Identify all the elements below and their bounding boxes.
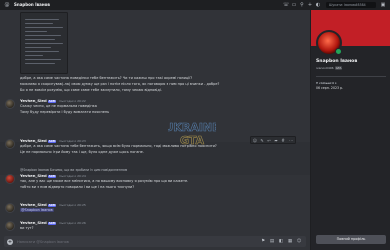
message-header: Yevhen_Sled ADM Сьогодні о 20:26	[20, 220, 86, 225]
add-attachment-icon[interactable]: +	[7, 238, 13, 245]
search-input[interactable]: Шукати: Іванов#8584	[326, 2, 376, 8]
emoji-icon[interactable]: ☺	[296, 239, 302, 245]
gift-icon[interactable]: ⚑	[260, 239, 266, 245]
chat-area: добре, а яка саме частина поведінки тебе…	[0, 10, 310, 250]
message-text: добре, а яка саме частина поведінки тебе…	[20, 76, 193, 80]
author-name[interactable]: Yevhen_Sled	[20, 98, 47, 103]
role-badge: ADM	[47, 203, 57, 207]
message-text: можливо я скоригував(-ла) свою думку ще …	[20, 82, 220, 86]
message-header: Yevhen_Sled ADM Сьогодні о 20:25	[20, 202, 86, 207]
sticker-icon[interactable]: ◧	[278, 239, 284, 245]
timestamp: Сьогодні о 20:22	[59, 99, 86, 103]
role-badge: ADM	[47, 174, 57, 178]
timestamp: Сьогодні о 20:23	[59, 139, 86, 143]
timestamp: Сьогодні о 20:26	[59, 221, 86, 225]
reply-icon[interactable]: ↩	[266, 138, 272, 144]
watermark-line1: UKRAINE	[168, 121, 216, 134]
role-badge: ADM	[47, 139, 57, 143]
server-tag: GTA	[334, 66, 343, 70]
message-actions-toolbar: ☺ ✎ ↩ ➦ # ⋯	[250, 136, 296, 144]
author-name[interactable]: Yevhen_Sled	[20, 138, 47, 143]
message-text: Бо я не зовсім розумію, що саме саме теб…	[20, 88, 162, 92]
profile-handle-row: ivanov0406 GTA	[316, 66, 343, 70]
apps-icon[interactable]: ▦	[287, 239, 293, 245]
message-text: @Snapbon Іванов	[20, 208, 54, 212]
avatar[interactable]	[5, 99, 15, 109]
role-badge: ADM	[47, 99, 57, 103]
message-header: Yevhen_Sled ADM Сьогодні о 20:23	[20, 138, 86, 143]
message-text: ви тут?	[20, 226, 34, 230]
gif-icon[interactable]: ▤	[269, 239, 275, 245]
add-member-icon[interactable]: +	[307, 2, 313, 8]
message-text: тобто ви з ним відверто говорили і ви ще…	[20, 185, 135, 189]
add-reaction-icon[interactable]: ☺	[252, 138, 258, 144]
author-name[interactable]: Yevhen_Sled	[20, 202, 47, 207]
message-text: Це не нормально ігри йому так і ще, було…	[20, 150, 144, 154]
forward-icon[interactable]: ➦	[273, 138, 279, 144]
message-header: Yevhen_Sled ADM Сьогодні о 20:22	[20, 98, 86, 103]
video-icon[interactable]: ▭	[291, 2, 297, 8]
call-icon[interactable]: ☏	[283, 2, 289, 8]
dm-title: Snapbon Іванов	[14, 2, 50, 7]
avatar[interactable]	[5, 221, 15, 231]
avatar[interactable]	[5, 139, 15, 149]
attachment-image[interactable]	[20, 12, 68, 74]
thread-icon[interactable]: #	[280, 138, 286, 144]
at-sign-icon: @	[4, 2, 10, 8]
timestamp: Сьогодні о 20:25	[59, 203, 86, 207]
message-text: добре, а яка саме частина тебе бентежить…	[20, 144, 217, 148]
edit-icon[interactable]: ✎	[259, 138, 265, 144]
divider	[316, 76, 386, 77]
author-name[interactable]: Yevhen_Sled	[20, 220, 47, 225]
profile-panel: Snapbon Іванов ivanov0406 GTA У спільноті…	[310, 10, 390, 250]
member-since-date: 06 серп. 2023 р.	[316, 86, 344, 90]
user-mention[interactable]: @Snapbon Іванов	[20, 208, 54, 212]
composer-placeholder: Написати @Snapbon Іванов	[17, 239, 69, 244]
inbox-icon[interactable]: ▣	[380, 2, 386, 8]
message-text: Скажу чесно, це не нормальна поведінка	[20, 104, 97, 108]
reply-reference[interactable]: @Snapbon Іванов Бачимо, що ви зробили із…	[20, 168, 127, 172]
message-text: Тому буду перевіряти і буду вимагати поя…	[20, 110, 110, 114]
profile-toggle-icon[interactable]: ◐	[315, 2, 321, 8]
online-status-icon	[335, 48, 342, 55]
timestamp: Сьогодні о 20:24	[59, 174, 86, 178]
author-name[interactable]: Yevhen_Sled	[20, 173, 47, 178]
message-composer[interactable]: + Написати @Snapbon Іванов ⚑ ▤ ◧ ▦ ☺	[4, 236, 306, 247]
profile-name: Snapbon Іванов	[316, 59, 358, 64]
profile-handle: ivanov0406	[316, 66, 334, 70]
avatar[interactable]	[5, 203, 15, 213]
avatar[interactable]	[5, 174, 15, 184]
role-badge: ADM	[47, 221, 57, 225]
member-since-label: У спільноті з	[316, 81, 337, 85]
pin-icon[interactable]: ⚲	[299, 2, 305, 8]
more-icon[interactable]: ⋯	[288, 138, 294, 144]
title-bar: @ Snapbon Іванов ☏ ▭ ⚲ + ◐ Шукати: Івано…	[0, 0, 390, 10]
message-header: Yevhen_Sled ADM Сьогодні о 20:24	[20, 173, 86, 178]
full-profile-button[interactable]: Повний профіль	[316, 235, 386, 244]
message-text: так, але у вас ще може все змінитися, а …	[20, 179, 189, 183]
